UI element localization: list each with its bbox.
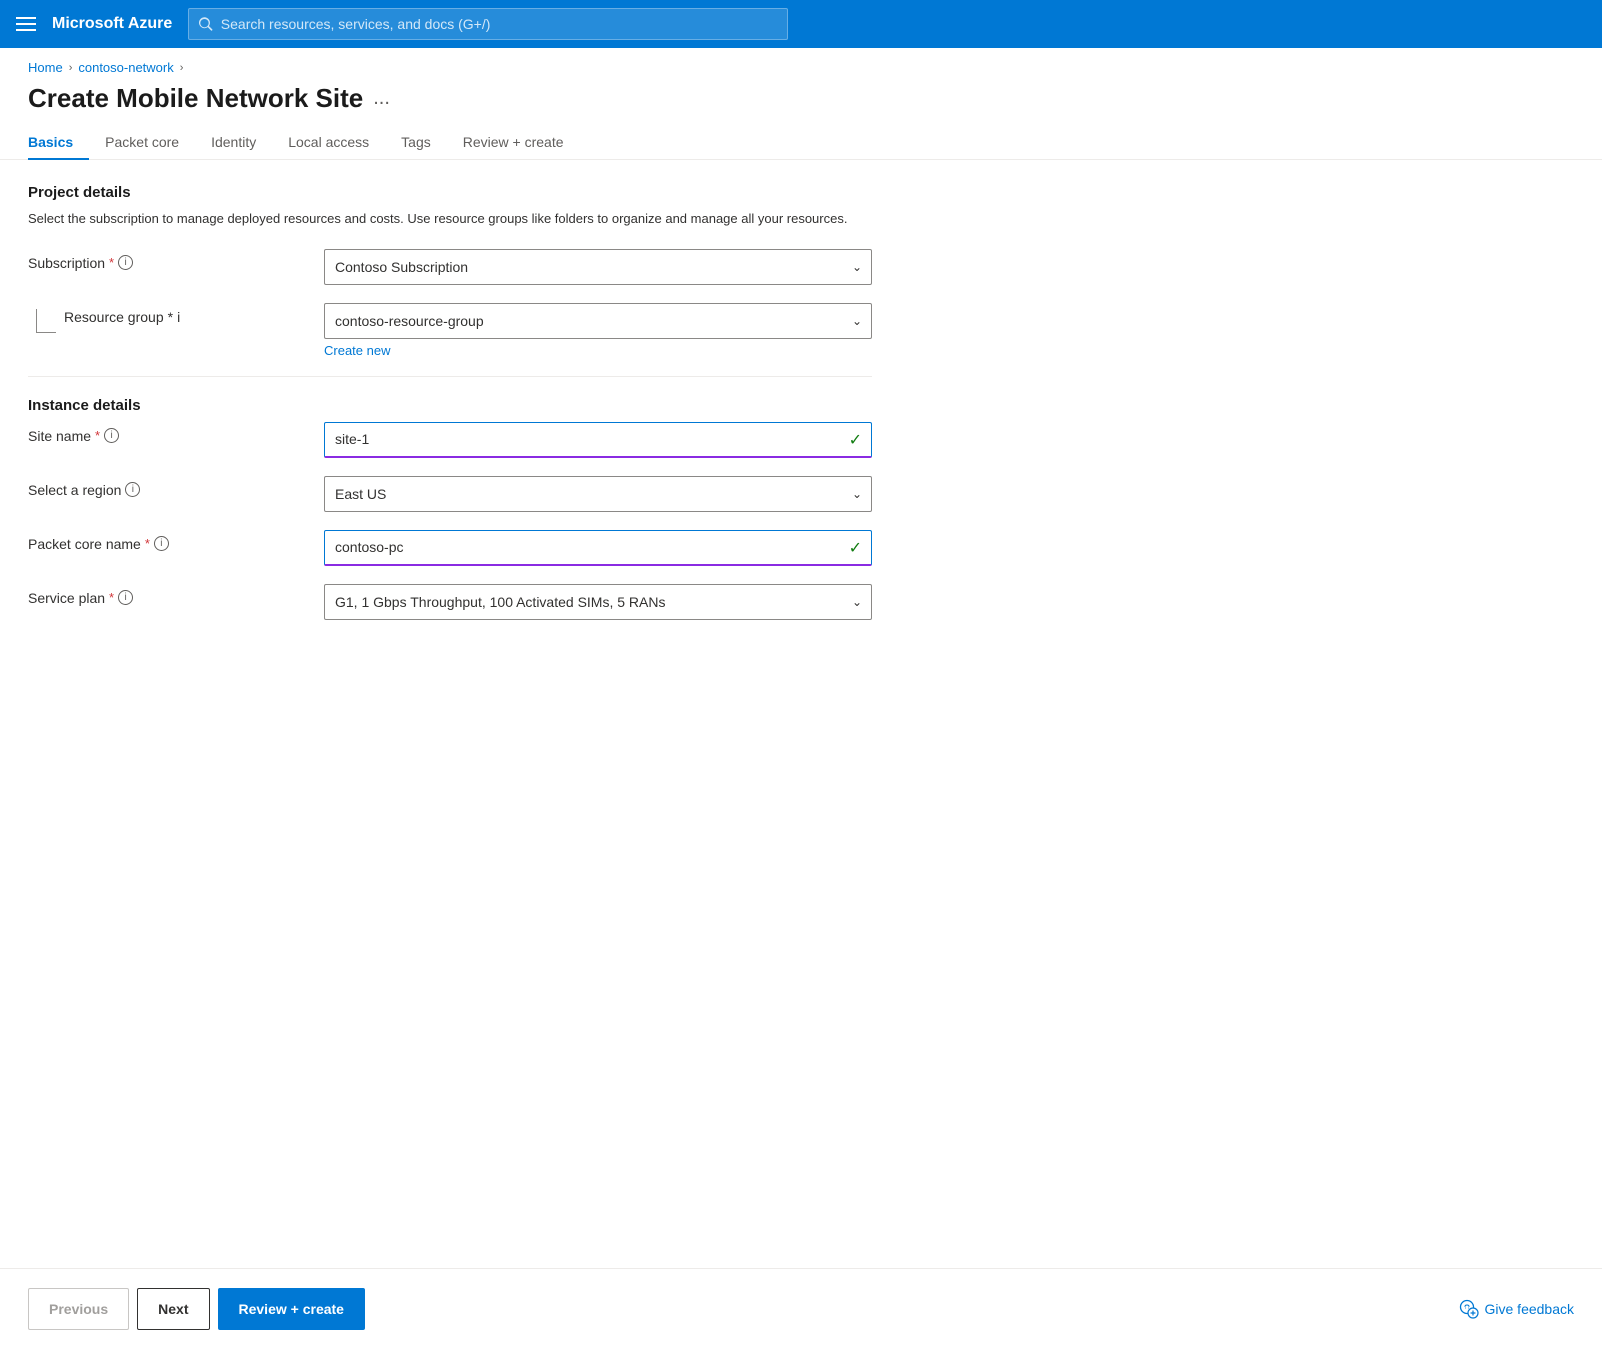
brand-logo: Microsoft Azure: [52, 15, 172, 33]
give-feedback-button[interactable]: Give feedback: [1459, 1299, 1575, 1319]
tab-identity[interactable]: Identity: [195, 126, 272, 160]
packet-core-name-input[interactable]: [324, 530, 872, 566]
create-new-link[interactable]: Create new: [324, 343, 390, 358]
service-plan-info-icon[interactable]: i: [118, 590, 133, 605]
region-control: East US ⌄: [324, 476, 872, 512]
site-name-control: ✓: [324, 422, 872, 458]
subscription-label-text: Subscription: [28, 255, 105, 271]
packet-core-name-info-icon[interactable]: i: [154, 536, 169, 551]
resource-group-select-wrapper: contoso-resource-group ⌄: [324, 303, 872, 339]
site-name-required: *: [95, 428, 100, 443]
footer: Previous Next Review + create Give feedb…: [0, 1268, 1602, 1348]
site-name-input[interactable]: [324, 422, 872, 458]
region-select-wrapper: East US ⌄: [324, 476, 872, 512]
site-name-check-icon: ✓: [849, 430, 862, 450]
service-plan-select-wrapper: G1, 1 Gbps Throughput, 100 Activated SIM…: [324, 584, 872, 620]
feedback-icon: [1459, 1299, 1479, 1319]
main-content: Project details Select the subscription …: [0, 160, 900, 662]
tab-basics[interactable]: Basics: [28, 126, 89, 160]
breadcrumb-home[interactable]: Home: [28, 60, 63, 75]
breadcrumb-sep-2: ›: [180, 62, 184, 74]
resource-group-info-icon[interactable]: i: [177, 309, 180, 325]
resource-group-label: Resource group * i: [64, 303, 180, 325]
tab-bar: Basics Packet core Identity Local access…: [0, 114, 1602, 160]
give-feedback-label: Give feedback: [1485, 1301, 1575, 1317]
packet-core-name-row: Packet core name * i ✓: [28, 530, 872, 566]
service-plan-control: G1, 1 Gbps Throughput, 100 Activated SIM…: [324, 584, 872, 620]
site-name-row: Site name * i ✓: [28, 422, 872, 458]
subscription-select[interactable]: Contoso Subscription: [324, 249, 872, 285]
tab-tags[interactable]: Tags: [385, 126, 447, 160]
tab-packet-core[interactable]: Packet core: [89, 126, 195, 160]
service-plan-label-text: Service plan: [28, 590, 105, 606]
packet-core-name-check-icon: ✓: [849, 538, 862, 558]
packet-core-name-required: *: [145, 536, 150, 551]
hamburger-menu[interactable]: [16, 17, 36, 31]
region-select[interactable]: East US: [324, 476, 872, 512]
resource-group-bracket: [36, 309, 56, 333]
subscription-required: *: [109, 255, 114, 270]
search-input[interactable]: [221, 16, 778, 32]
resource-group-row: Resource group * i contoso-resource-grou…: [28, 303, 872, 358]
page-title-more[interactable]: ...: [373, 87, 390, 110]
service-plan-required: *: [109, 590, 114, 605]
next-button[interactable]: Next: [137, 1288, 209, 1330]
resource-group-select[interactable]: contoso-resource-group: [324, 303, 872, 339]
packet-core-name-control: ✓: [324, 530, 872, 566]
instance-details-title: Instance details: [28, 397, 872, 414]
page-title-area: Create Mobile Network Site ...: [0, 79, 1602, 114]
subscription-select-wrapper: Contoso Subscription ⌄: [324, 249, 872, 285]
service-plan-label: Service plan * i: [28, 584, 308, 606]
subscription-row: Subscription * i Contoso Subscription ⌄: [28, 249, 872, 285]
breadcrumb: Home › contoso-network ›: [0, 48, 1602, 79]
resource-group-required: *: [168, 309, 173, 325]
site-name-label-text: Site name: [28, 428, 91, 444]
site-name-info-icon[interactable]: i: [104, 428, 119, 443]
service-plan-row: Service plan * i G1, 1 Gbps Throughput, …: [28, 584, 872, 620]
tab-review-create[interactable]: Review + create: [447, 126, 580, 160]
search-icon: [199, 17, 212, 31]
region-label: Select a region i: [28, 476, 308, 498]
resource-group-control: contoso-resource-group ⌄ Create new: [324, 303, 872, 358]
region-row: Select a region i East US ⌄: [28, 476, 872, 512]
previous-button[interactable]: Previous: [28, 1288, 129, 1330]
breadcrumb-parent[interactable]: contoso-network: [78, 60, 173, 75]
top-navigation: Microsoft Azure: [0, 0, 1602, 48]
packet-core-name-label: Packet core name * i: [28, 530, 308, 552]
site-name-input-wrapper: ✓: [324, 422, 872, 458]
subscription-control: Contoso Subscription ⌄: [324, 249, 872, 285]
subscription-info-icon[interactable]: i: [118, 255, 133, 270]
packet-core-name-input-wrapper: ✓: [324, 530, 872, 566]
packet-core-name-label-text: Packet core name: [28, 536, 141, 552]
project-details-title: Project details: [28, 184, 872, 201]
region-info-icon[interactable]: i: [125, 482, 140, 497]
page-title: Create Mobile Network Site: [28, 83, 363, 114]
search-bar[interactable]: [188, 8, 788, 40]
service-plan-select[interactable]: G1, 1 Gbps Throughput, 100 Activated SIM…: [324, 584, 872, 620]
breadcrumb-sep-1: ›: [69, 62, 73, 74]
tab-local-access[interactable]: Local access: [272, 126, 385, 160]
resource-group-label-area: Resource group * i: [28, 303, 308, 333]
subscription-label: Subscription * i: [28, 249, 308, 271]
review-create-button[interactable]: Review + create: [218, 1288, 365, 1330]
region-label-text: Select a region: [28, 482, 121, 498]
site-name-label: Site name * i: [28, 422, 308, 444]
resource-group-label-text: Resource group: [64, 309, 164, 325]
section-divider-1: [28, 376, 872, 377]
project-details-desc: Select the subscription to manage deploy…: [28, 209, 872, 229]
